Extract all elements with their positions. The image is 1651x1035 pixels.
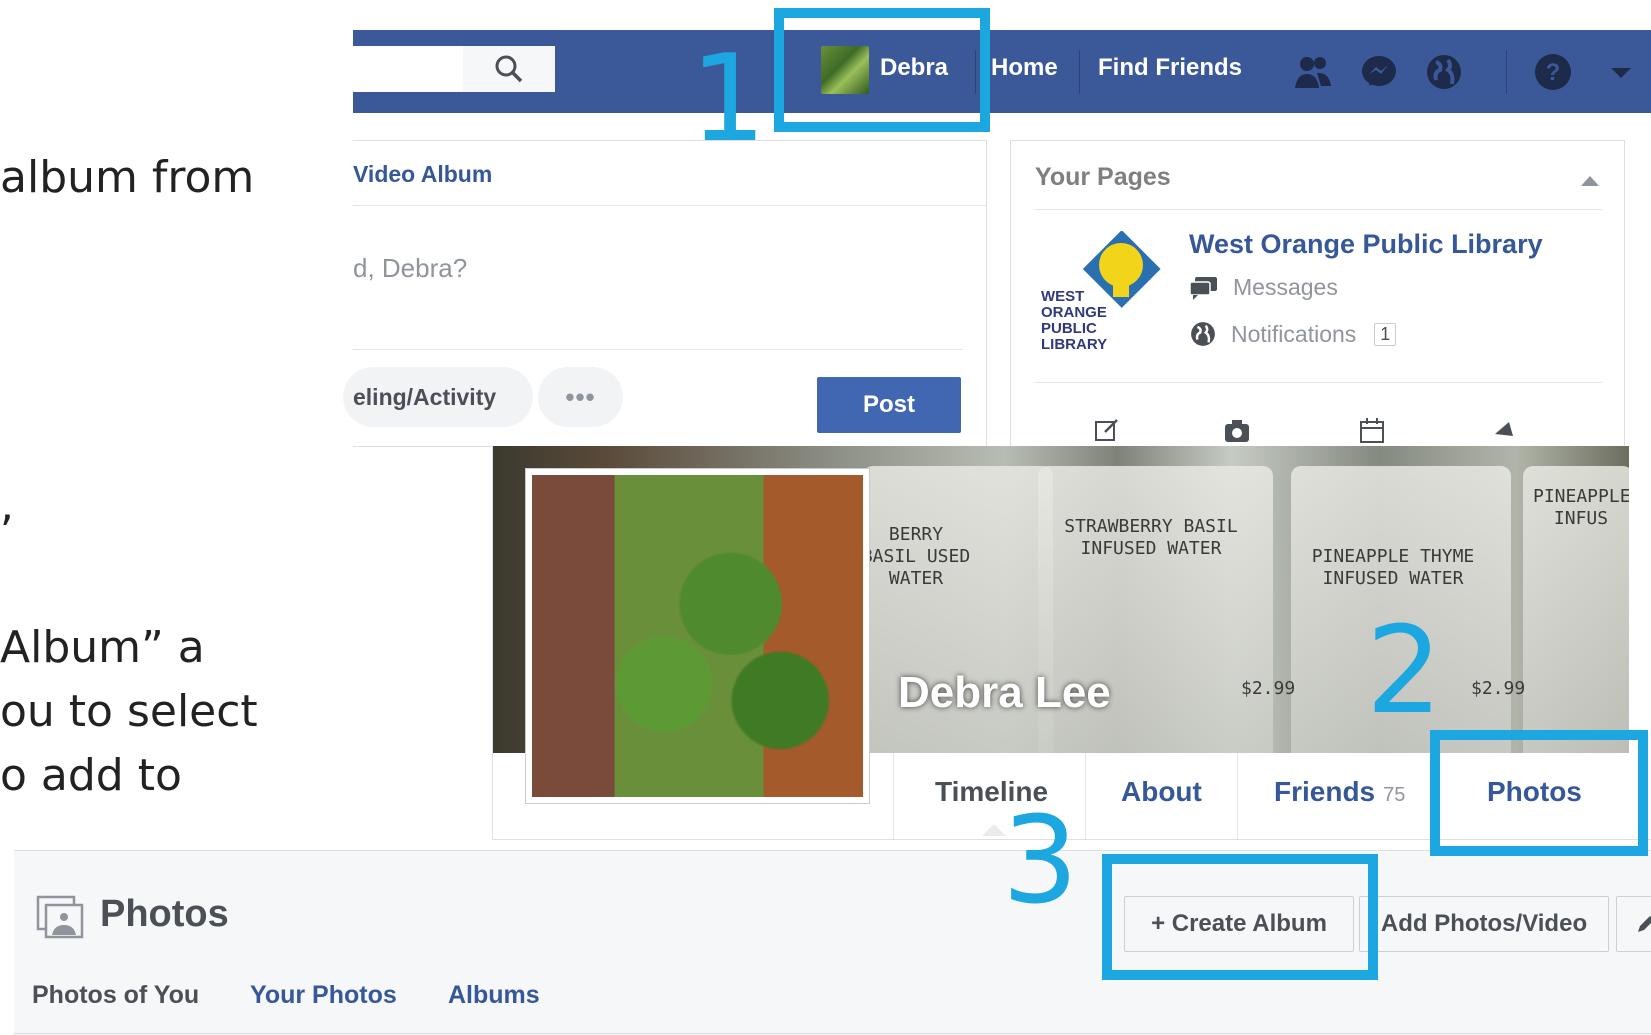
- cover-label: PINEAPPLE THYME INFUSED WATER: [1311, 546, 1475, 589]
- profile-picture[interactable]: [525, 468, 870, 804]
- tab-albums[interactable]: Albums: [448, 981, 540, 1010]
- divider: [1035, 209, 1602, 210]
- svg-text:LIBRARY: LIBRARY: [1041, 336, 1107, 353]
- svg-text:ORANGE: ORANGE: [1041, 304, 1107, 321]
- feeling-activity-button[interactable]: eling/Activity: [343, 367, 533, 427]
- slide-text-line: ou to select: [0, 686, 258, 737]
- globe-icon: [1191, 322, 1215, 346]
- camera-icon[interactable]: [1223, 416, 1251, 444]
- profile-name[interactable]: Debra Lee: [898, 668, 1111, 718]
- page-name-link[interactable]: West Orange Public Library: [1189, 229, 1543, 260]
- cover-label: PINEAPPLE INFUS: [1533, 486, 1629, 529]
- divider: [353, 205, 986, 206]
- slide-text-line: o add to: [0, 750, 182, 801]
- home-link[interactable]: Home: [991, 54, 1058, 82]
- tab-about[interactable]: About: [1121, 776, 1202, 808]
- photos-section: Photos + Create Album Add Photos/Video P…: [14, 850, 1651, 1035]
- tab-divider: [893, 753, 894, 839]
- edit-button[interactable]: [1616, 896, 1651, 952]
- divider: [353, 349, 963, 350]
- cover-price: $2.99: [1241, 678, 1296, 699]
- svg-text:WEST: WEST: [1041, 288, 1084, 305]
- svg-text:?: ?: [1546, 59, 1561, 86]
- messages-icon: [1189, 276, 1217, 300]
- your-pages-header: Your Pages: [1035, 163, 1171, 191]
- step-2-highlight: [1430, 730, 1648, 856]
- search-button[interactable]: [463, 46, 555, 92]
- nav-divider: [1079, 50, 1080, 94]
- notifications-label: Notifications: [1231, 320, 1357, 347]
- cover-price: $2.99: [1471, 678, 1526, 699]
- composer-input[interactable]: d, Debra?: [353, 253, 467, 284]
- edit-icon[interactable]: [1093, 416, 1121, 444]
- post-button[interactable]: Post: [817, 377, 961, 433]
- more-icon: •••: [565, 381, 596, 412]
- find-friends-link[interactable]: Find Friends: [1098, 54, 1242, 82]
- tab-friends-label: Friends: [1274, 776, 1376, 807]
- calendar-icon[interactable]: [1358, 416, 1386, 444]
- slide-text-line: ,: [0, 480, 14, 531]
- more-options-button[interactable]: •••: [538, 367, 623, 427]
- caret-down-icon[interactable]: [1601, 52, 1641, 92]
- notifications-link[interactable]: Notifications 1: [1189, 320, 1397, 348]
- search-icon: [495, 55, 523, 83]
- step-1-highlight: [774, 8, 990, 132]
- cover-label: BERRY BASIL USED WATER: [861, 524, 971, 589]
- tab-divider: [1085, 753, 1086, 839]
- facebook-top-bar: Debra Home Find Friends ?: [353, 30, 1651, 113]
- slide-text-line: Album” a: [0, 622, 205, 673]
- collapse-caret-icon[interactable]: [1581, 176, 1599, 186]
- step-1-number: 1: [690, 30, 767, 169]
- video-album-tab[interactable]: Video Album: [353, 161, 492, 188]
- messages-label: Messages: [1233, 274, 1338, 300]
- friends-count: 75: [1383, 784, 1406, 806]
- messenger-icon[interactable]: [1359, 52, 1399, 92]
- divider: [1035, 382, 1602, 383]
- tab-friends[interactable]: Friends 75: [1274, 776, 1405, 808]
- step-3-highlight: [1102, 854, 1378, 980]
- megaphone-icon[interactable]: [1491, 416, 1519, 444]
- tab-photos-of-you[interactable]: Photos of You: [32, 981, 199, 1010]
- profile-image: [532, 475, 863, 797]
- cover-label: STRAWBERRY BASIL INFUSED WATER: [1064, 516, 1238, 559]
- photos-icon: [36, 895, 84, 939]
- step-2-number: 2: [1366, 602, 1443, 741]
- friends-icon[interactable]: [1293, 52, 1333, 92]
- tab-divider: [1237, 753, 1238, 839]
- nav-divider: [1506, 50, 1507, 94]
- svg-text:PUBLIC: PUBLIC: [1041, 320, 1097, 337]
- composer-card: Video Album d, Debra? eling/Activity •••…: [343, 140, 987, 447]
- notification-count-badge: 1: [1374, 322, 1397, 346]
- add-photos-video-button[interactable]: Add Photos/Video: [1359, 896, 1609, 952]
- help-icon[interactable]: ?: [1533, 52, 1573, 92]
- photos-title: Photos: [100, 893, 229, 935]
- messages-link[interactable]: Messages: [1189, 274, 1338, 301]
- tab-your-photos[interactable]: Your Photos: [250, 981, 397, 1010]
- search-input[interactable]: [353, 46, 463, 92]
- slide-text-line: album from: [0, 152, 255, 203]
- feeling-activity-label: eling/Activity: [353, 383, 497, 410]
- globe-icon[interactable]: [1424, 52, 1464, 92]
- step-3-number: 3: [1002, 792, 1079, 931]
- pencil-icon: [1638, 916, 1651, 932]
- library-logo[interactable]: WEST ORANGE PUBLIC LIBRARY: [1039, 231, 1169, 361]
- your-pages-card: Your Pages WEST ORANGE PUBLIC LIBRARY We…: [1010, 140, 1625, 447]
